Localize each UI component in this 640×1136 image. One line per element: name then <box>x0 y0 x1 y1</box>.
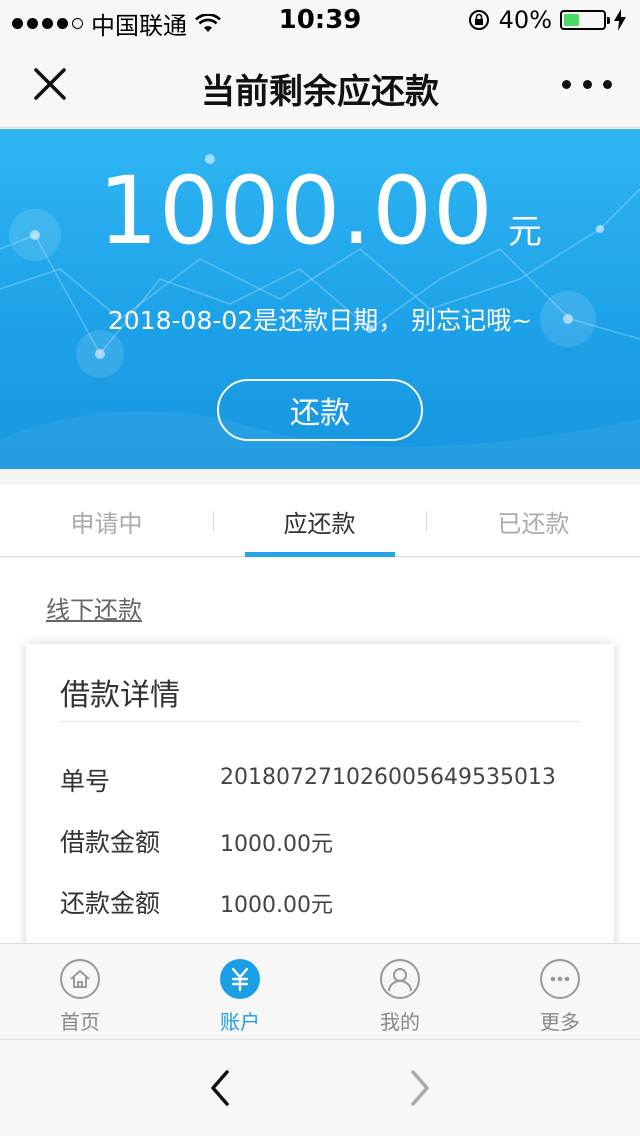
row-label: 单号 <box>60 767 111 796</box>
tab-due[interactable]: 应还款 <box>213 485 426 557</box>
tabbar-item-more[interactable]: 更多 <box>480 944 640 1040</box>
loan-status-tabs: 申请中 应还款 已还款 <box>0 485 640 557</box>
tabbar-item-mine[interactable]: 我的 <box>320 944 480 1040</box>
battery-percent: 40% <box>498 6 552 34</box>
tabbar-label: 首页 <box>60 1010 100 1034</box>
active-tab-indicator <box>245 552 395 557</box>
remaining-amount: 1000.00 元 <box>0 157 640 266</box>
forward-arrow-icon[interactable] <box>400 1068 440 1108</box>
orientation-lock-icon <box>468 10 489 30</box>
due-date-text: 2018-08-02是还款日期， 别忘记哦~ <box>107 306 533 335</box>
status-bar: 中国联通 10:39 40% <box>0 0 640 40</box>
row-label: 还款金额 <box>60 889 161 918</box>
back-arrow-icon[interactable] <box>200 1068 240 1108</box>
amount-unit: 元 <box>507 212 542 252</box>
more-options-icon[interactable] <box>562 62 612 106</box>
bottom-tabbar: 首页 账户 我的 更多 <box>0 943 640 1039</box>
row-value: 1000.00元 <box>220 893 333 918</box>
battery-icon <box>560 10 610 30</box>
charging-icon <box>614 9 626 31</box>
tabbar-label: 更多 <box>540 1010 580 1034</box>
tabbar-label: 账户 <box>220 1010 260 1034</box>
loan-detail-card: 借款详情 单号 2018072710260056495350​13 借款金额 1… <box>26 644 614 964</box>
more-icon <box>540 959 580 999</box>
yuan-icon <box>220 959 260 999</box>
tab-repaid[interactable]: 已还款 <box>427 485 640 557</box>
page-title: 当前剩余应还款 <box>201 72 439 112</box>
tab-applying[interactable]: 申请中 <box>0 485 213 557</box>
balance-hero: 1000.00 元 2018-08-02是还款日期， 别忘记哦~ 还款 <box>0 129 640 469</box>
row-value: 2018072710260056495350​13 <box>220 765 556 790</box>
nav-bar: 当前剩余应还款 <box>0 40 640 128</box>
user-icon <box>380 959 420 999</box>
offline-repay-link[interactable]: 线下还款 <box>46 590 142 625</box>
tabbar-item-account[interactable]: 账户 <box>160 944 320 1040</box>
browser-toolbar <box>0 1039 640 1136</box>
tabbar-label: 我的 <box>380 1010 420 1034</box>
card-title: 借款详情 <box>60 678 180 713</box>
repay-button[interactable]: 还款 <box>217 379 423 441</box>
card-divider <box>60 721 580 722</box>
row-label: 借款金额 <box>60 828 161 857</box>
home-icon <box>60 959 100 999</box>
row-value: 1000.00元 <box>220 832 333 857</box>
status-right: 40% <box>467 6 626 34</box>
tabbar-item-home[interactable]: 首页 <box>0 944 160 1040</box>
amount-value: 1000.00 <box>98 157 494 266</box>
content-area: 线下还款 借款详情 单号 2018072710260056495350​13 借… <box>0 558 640 964</box>
